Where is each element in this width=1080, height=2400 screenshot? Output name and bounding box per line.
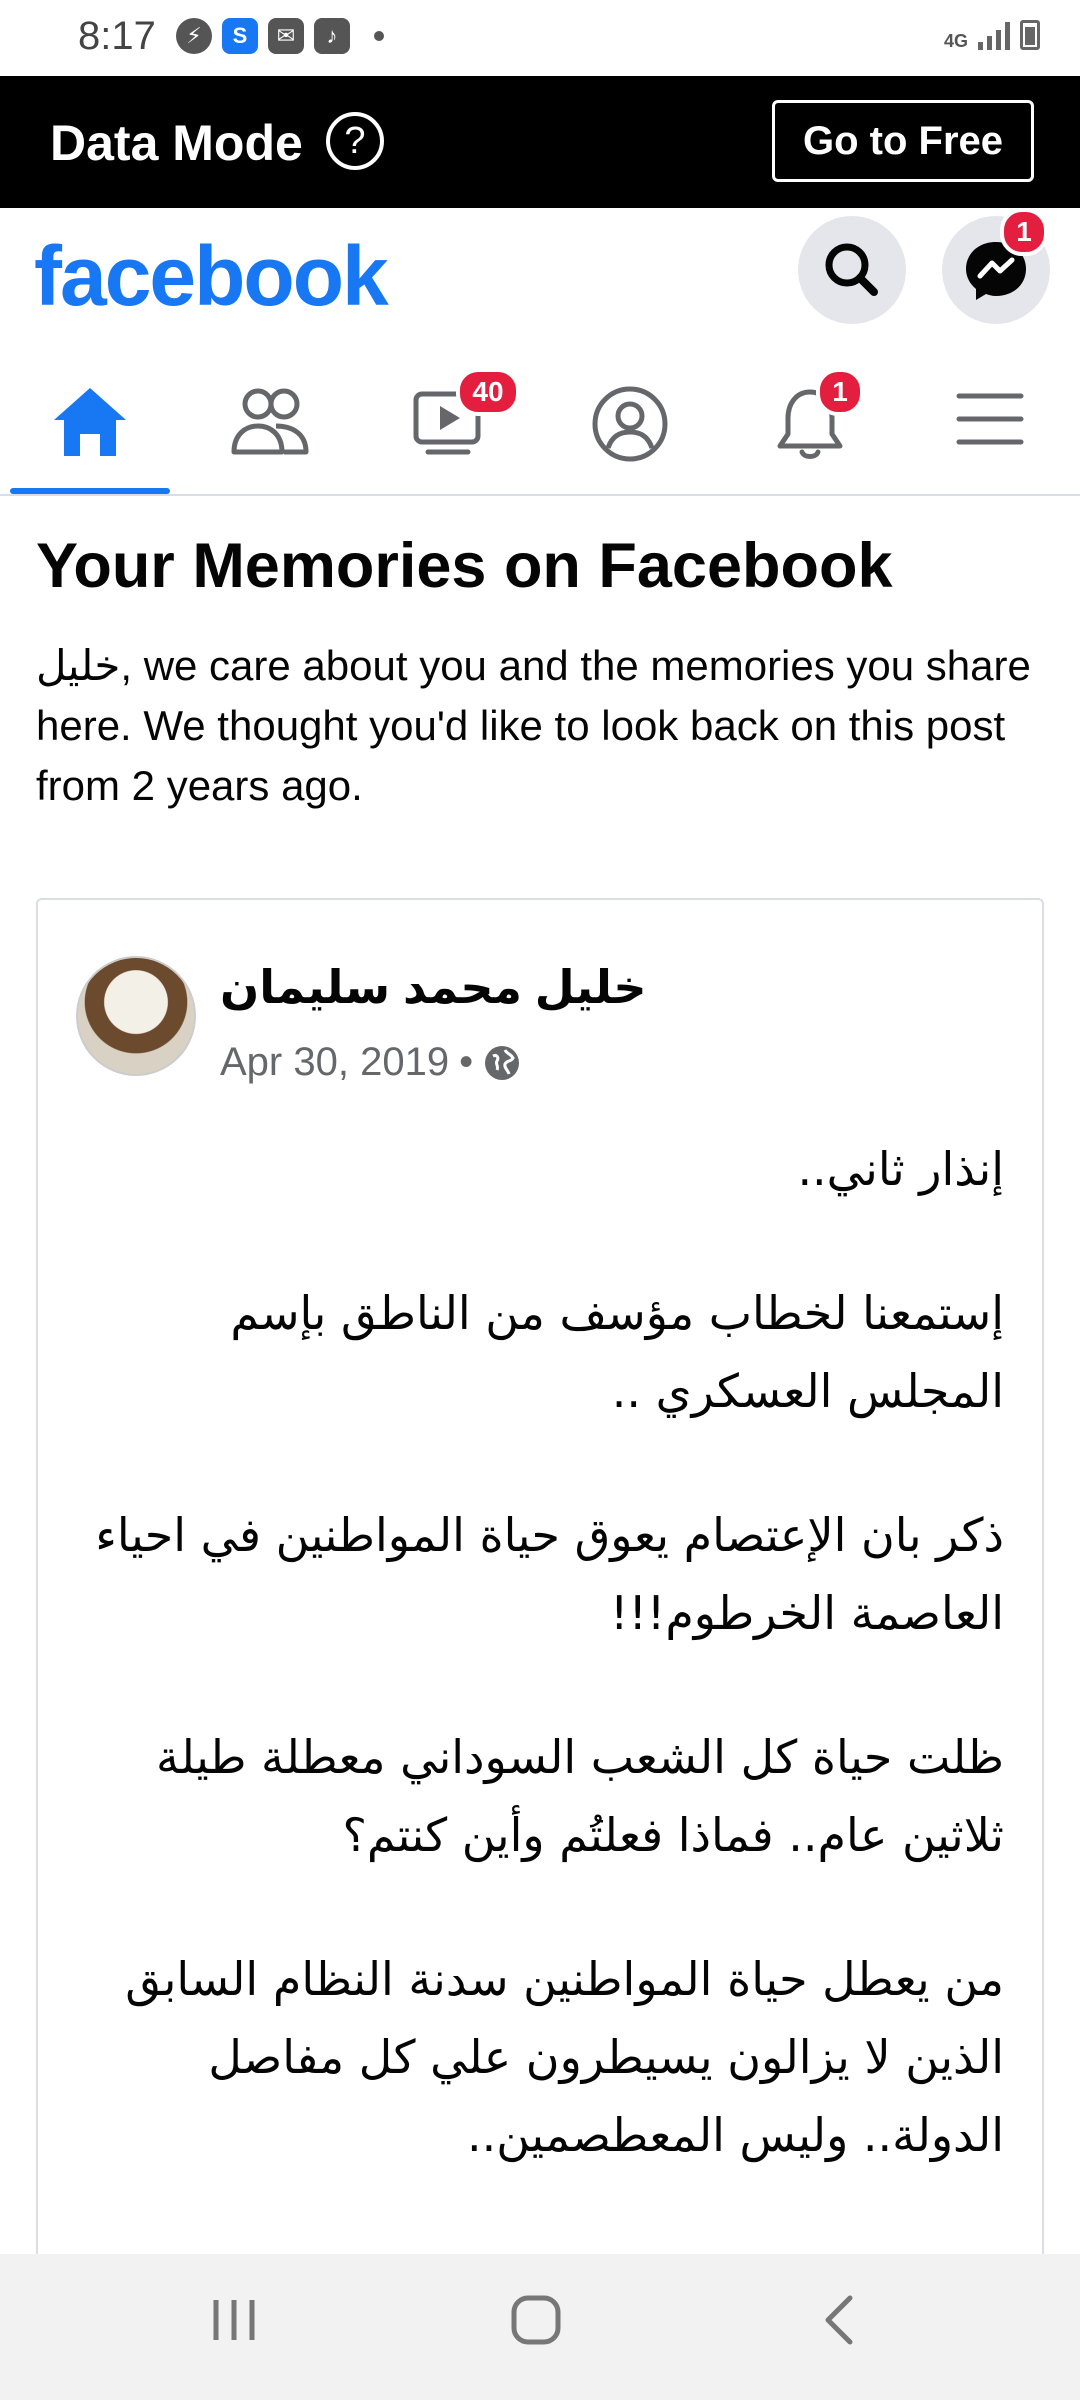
shazam-icon: S xyxy=(222,18,258,54)
friends-icon xyxy=(231,388,309,455)
status-time: 8:17 xyxy=(78,14,156,58)
network-type: 4G xyxy=(943,31,968,51)
back-button[interactable] xyxy=(816,2290,862,2350)
more-notifications-dot xyxy=(374,31,384,41)
post-author[interactable]: خليل محمد سليمان xyxy=(220,960,647,1014)
battery-icon xyxy=(1020,20,1040,50)
post-paragraph: ذكر بان الإعتصام يعوق حياة المواطنين في … xyxy=(95,1508,1004,1640)
active-tab-indicator xyxy=(10,488,170,494)
tab-friends[interactable] xyxy=(180,348,360,494)
tab-notifications[interactable]: 1 xyxy=(720,348,900,494)
go-to-free-button[interactable]: Go to Free xyxy=(772,100,1034,182)
globe-icon xyxy=(485,1045,520,1080)
menu-icon xyxy=(956,393,1024,445)
facebook-header: facebook 1 xyxy=(0,208,1080,348)
memories-heading: Your Memories on Facebook xyxy=(36,531,893,601)
watch-badge: 40 xyxy=(456,368,520,416)
post-paragraph: ظلت حياة كل الشعب السوداني معطلة طيلة ثل… xyxy=(156,1730,1004,1862)
facebook-logo[interactable]: facebook xyxy=(34,228,389,325)
data-mode-bar: Data Mode ? Go to Free xyxy=(0,76,1080,208)
tab-menu[interactable] xyxy=(900,348,1080,494)
search-icon xyxy=(825,243,878,296)
tab-bar: 40 1 xyxy=(0,348,1080,496)
tab-profile[interactable] xyxy=(540,348,720,494)
status-bar: 8:17 ⚡ S ✉ ♪ 4G xyxy=(0,0,1080,76)
meta-separator: • xyxy=(459,1040,474,1084)
tab-watch[interactable]: 40 xyxy=(360,348,540,494)
mail-icon: ✉ xyxy=(268,18,304,54)
post-paragraph: إنذار ثاني.. xyxy=(797,1142,1004,1196)
messenger-button[interactable]: 1 xyxy=(942,208,1050,324)
tab-home[interactable] xyxy=(0,348,180,494)
notifications-badge: 1 xyxy=(816,368,864,416)
music-icon: ♪ xyxy=(314,18,350,54)
memories-intro: خليل, we care about you and the memories… xyxy=(36,642,1031,809)
data-mode-title: Data Mode xyxy=(50,115,303,171)
memory-post-card[interactable]: خليل محمد سليمان Apr 30, 2019 • إنذار ثا… xyxy=(36,898,1044,2278)
messenger-badge: 1 xyxy=(1000,208,1048,256)
post-paragraph: إستمعنا لخطاب مؤسف من الناطق بإسم المجلس… xyxy=(230,1286,1004,1418)
post-body: إنذار ثاني.. إستمعنا لخطاب مؤسف من الناط… xyxy=(78,1130,1004,2240)
recent-apps-button[interactable] xyxy=(206,2290,262,2350)
status-right: 4G xyxy=(944,20,1040,50)
help-icon[interactable]: ? xyxy=(326,112,384,170)
profile-icon xyxy=(592,386,668,462)
signal-icon xyxy=(978,20,1010,50)
post-meta: Apr 30, 2019 • xyxy=(220,1040,521,1085)
notification-icons: ⚡ S ✉ ♪ xyxy=(176,18,384,54)
bolt-icon: ⚡ xyxy=(176,18,212,54)
author-avatar[interactable] xyxy=(76,956,196,1076)
home-icon xyxy=(54,388,126,456)
home-button[interactable] xyxy=(506,2290,566,2350)
system-nav-bar xyxy=(0,2254,1080,2400)
post-paragraph: من يعطل حياة المواطنين سدنة النظام الساب… xyxy=(125,1952,1004,2162)
search-button[interactable] xyxy=(798,216,906,324)
post-date[interactable]: Apr 30, 2019 xyxy=(220,1040,449,1085)
